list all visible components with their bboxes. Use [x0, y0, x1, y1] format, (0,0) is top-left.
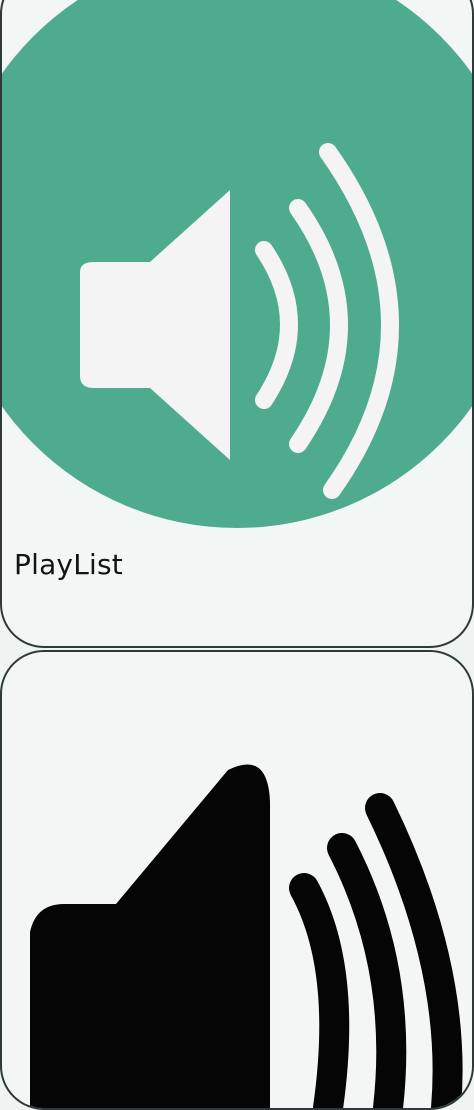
playlist-title: PlayList [14, 548, 123, 581]
icon-background-circle [2, 0, 472, 528]
playlist-card[interactable]: PlayList [0, 0, 474, 648]
speaker-volume-icon [30, 764, 463, 1108]
speaker-volume-icon [2, 0, 472, 528]
playlist-card-image[interactable] [2, 652, 472, 1108]
playlist-card-image[interactable] [2, 0, 472, 528]
speaker-body [30, 764, 270, 1108]
sound-wave-small [289, 873, 350, 1108]
sound-wave-medium [327, 833, 407, 1108]
playlist-card[interactable] [0, 650, 474, 1110]
